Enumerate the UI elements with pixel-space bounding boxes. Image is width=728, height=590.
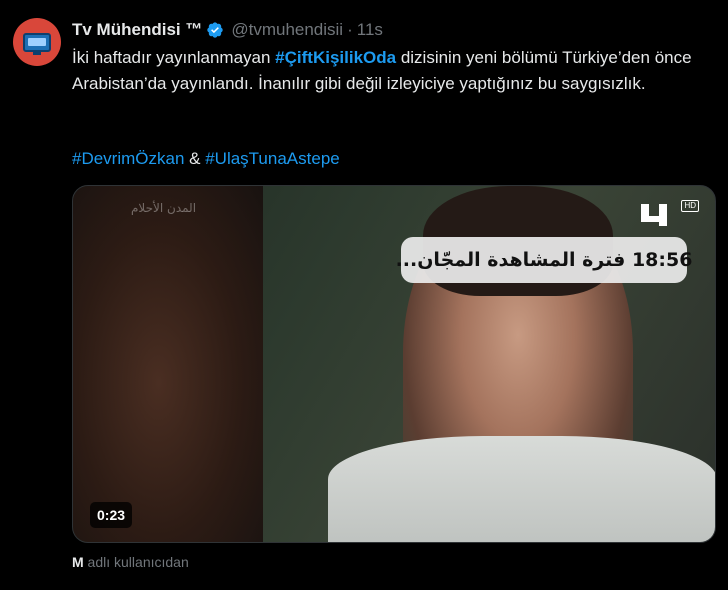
video-watermark: المدن الأحلام xyxy=(131,201,197,215)
hashtag-link[interactable]: #ÇiftKişilikOda xyxy=(275,48,396,67)
hashtag-link[interactable]: #DevrimÖzkan xyxy=(72,149,184,168)
tag-joiner: & xyxy=(184,149,206,168)
user-handle[interactable]: @tvmuhendisii xyxy=(231,20,343,40)
media-attribution[interactable]: M adlı kullanıcıdan xyxy=(72,554,189,570)
tv-icon xyxy=(23,33,51,52)
tweet-header: Tv Mühendisi ™ @tvmuhendisii · 11s xyxy=(72,19,383,41)
avatar[interactable] xyxy=(13,18,61,66)
video-player[interactable]: المدن الأحلام HD 18:56 فترة المشاهدة الم… xyxy=(72,185,716,543)
attribution-text: adlı kullanıcıdan xyxy=(83,554,189,570)
video-duration: 0:23 xyxy=(90,502,133,528)
video-frame-left xyxy=(73,186,263,542)
hd-badge: HD xyxy=(681,200,699,212)
channel-logo-icon xyxy=(641,204,667,226)
tweet-text: İki haftadır yayınlanmayan #ÇiftKişilikO… xyxy=(72,45,692,97)
video-subtitle-overlay: 18:56 فترة المشاهدة المجّان... xyxy=(396,237,692,283)
hashtag-link[interactable]: #UlaşTunaAstepe xyxy=(205,149,340,168)
tweet[interactable]: Tv Mühendisi ™ @tvmuhendisii · 11s İki h… xyxy=(0,0,728,590)
hashtag-row: #DevrimÖzkan & #UlaşTunaAstepe xyxy=(72,146,340,172)
timestamp[interactable]: 11s xyxy=(357,20,383,40)
separator-dot: · xyxy=(347,20,353,39)
display-name[interactable]: Tv Mühendisi ™ xyxy=(72,20,202,40)
tweet-text-part1: İki haftadır yayınlanmayan xyxy=(72,48,276,67)
attribution-initial: M xyxy=(72,554,84,570)
verified-badge-icon[interactable] xyxy=(206,21,224,39)
